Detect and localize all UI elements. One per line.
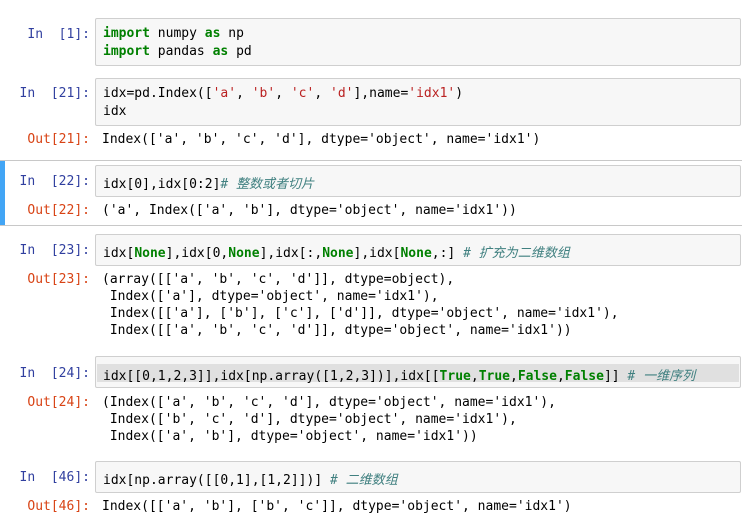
code-token: , [314, 86, 330, 101]
code-token: # 二维数组 [329, 473, 398, 488]
code-token: None [228, 246, 260, 261]
code-token: ]] [603, 369, 628, 384]
output-line: Index(['b', 'c', 'd'], dtype='object', n… [102, 412, 517, 427]
code-token: ],name= [353, 86, 409, 101]
code-token: True [439, 369, 471, 384]
code-token: idx[ [103, 246, 135, 261]
code-token: None [134, 246, 166, 261]
code-token: , [470, 369, 479, 384]
code-token: # 扩充为二维数组 [463, 246, 570, 261]
code-input[interactable]: idx[None],idx[0,None],idx[:,None],idx[No… [95, 234, 741, 266]
code-token: 'c' [290, 86, 315, 101]
code-line: idx=pd.Index(['a', 'b', 'c', 'd'],name='… [103, 86, 463, 101]
code-token: as [212, 44, 229, 59]
code-token: , [236, 86, 252, 101]
code-line: idx[0],idx[0:2]# 整数或者切片 [103, 173, 314, 192]
code-input[interactable]: idx[0],idx[0:2]# 整数或者切片 [95, 165, 741, 197]
out-prompt: Out[21]: [27, 132, 90, 147]
code-cell[interactable]: In [1]: import numpy as np import pandas… [0, 18, 742, 66]
in-prompt: In [1]: [27, 27, 90, 42]
output-line: Index([['a', 'b', 'c', 'd']], dtype='obj… [102, 323, 572, 338]
code-line: import pandas as pd [103, 44, 252, 59]
code-cell[interactable]: In [21]: idx=pd.Index(['a', 'b', 'c', 'd… [0, 76, 742, 156]
code-line: idx[None],idx[0,None],idx[:,None],idx[No… [103, 242, 570, 261]
code-token: None [322, 246, 354, 261]
out-prompt: Out[24]: [27, 395, 90, 410]
out-prompt: Out[23]: [27, 272, 90, 287]
out-prompt: Out[46]: [27, 499, 90, 514]
code-input[interactable]: import numpy as np import pandas as pd [95, 18, 741, 66]
in-prompt: In [21]: [19, 86, 90, 101]
code-token: 'idx1' [408, 86, 456, 101]
output-line: Index(['a'], dtype='object', name='idx1'… [102, 289, 439, 304]
code-token: True [478, 369, 510, 384]
code-token: # 整数或者切片 [220, 177, 315, 192]
code-token: ) [455, 86, 464, 101]
code-token: , [510, 369, 518, 384]
in-prompt: In [22]: [19, 174, 90, 189]
code-input[interactable]: idx=pd.Index(['a', 'b', 'c', 'd'],name='… [95, 78, 741, 126]
code-token: 'b' [251, 86, 276, 101]
output-line: ('a', Index(['a', 'b'], dtype='object', … [102, 203, 517, 218]
code-token: 'a' [212, 86, 237, 101]
output-line: Index(['a', 'b', 'c', 'd'], dtype='objec… [102, 132, 541, 147]
code-line: idx[[0,1,2,3]],idx[np.array([1,2,3])],id… [103, 365, 695, 384]
code-line: idx [103, 104, 126, 119]
code-token: idx[np.array([[0,1],[1,2]])] [103, 473, 330, 488]
code-token: as [204, 26, 221, 41]
code-token: idx [103, 104, 127, 119]
output-line: (Index(['a', 'b', 'c', 'd'], dtype='obje… [102, 395, 556, 410]
code-token: numpy [149, 26, 205, 41]
code-token: idx=pd.Index([ [103, 86, 213, 101]
code-input[interactable]: idx[np.array([[0,1],[1,2]])] # 二维数组 [95, 461, 741, 493]
code-cell[interactable]: In [23]: idx[None],idx[0,None],idx[:,Non… [0, 234, 742, 344]
code-cell[interactable]: In [24]: idx[[0,1,2,3]],idx[np.array([1,… [0, 356, 742, 448]
code-token: pd [228, 44, 252, 59]
out-prompt: Out[22]: [27, 203, 90, 218]
code-token: False [517, 369, 557, 384]
code-token: ,:] [431, 246, 464, 261]
output-line: (array([['a', 'b', 'c', 'd']], dtype=obj… [102, 272, 455, 287]
code-line: idx[np.array([[0,1],[1,2]])] # 二维数组 [103, 469, 398, 488]
code-line: import numpy as np [103, 26, 244, 41]
code-token: # 一维序列 [627, 369, 696, 384]
in-prompt: In [46]: [19, 470, 90, 485]
code-token: ],idx[0, [165, 246, 229, 261]
notebook: In [1]: import numpy as np import pandas… [0, 0, 742, 522]
in-prompt: In [23]: [19, 243, 90, 258]
code-token: import [103, 26, 150, 41]
code-cell[interactable]: In [46]: idx[np.array([[0,1],[1,2]])] # … [0, 461, 742, 521]
output-line: Index([['a', 'b'], ['b', 'c']], dtype='o… [102, 499, 572, 514]
code-token: None [400, 246, 432, 261]
code-token: , [556, 369, 565, 384]
code-token: np [220, 26, 244, 41]
code-token: False [564, 369, 604, 384]
code-token: pandas [149, 44, 213, 59]
output-line: Index(['a', 'b'], dtype='object', name='… [102, 429, 478, 444]
code-token: idx[0],idx[0:2] [103, 177, 221, 192]
output-line: Index([['a'], ['b'], ['c'], ['d']], dtyp… [102, 306, 619, 321]
code-token: import [103, 44, 150, 59]
in-prompt: In [24]: [19, 366, 90, 381]
code-cell-selected[interactable]: In [22]: idx[0],idx[0:2]# 整数或者切片 Out[22]… [0, 160, 742, 226]
code-input[interactable]: idx[[0,1,2,3]],idx[np.array([1,2,3])],id… [95, 356, 741, 388]
code-token: ],idx[:, [259, 246, 323, 261]
code-token: , [275, 86, 291, 101]
code-token: ],idx[ [353, 246, 401, 261]
code-token: 'd' [330, 86, 354, 101]
code-token: idx[[0,1,2,3]],idx[np.array([1,2,3])],id… [103, 369, 440, 384]
